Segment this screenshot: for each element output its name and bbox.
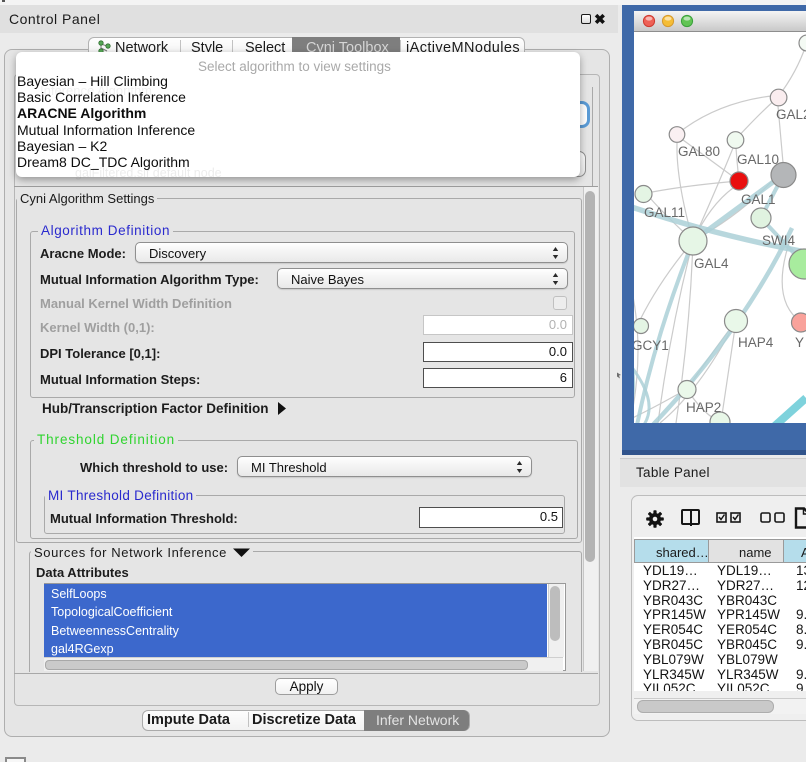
svg-text:GAL11: GAL11	[644, 205, 685, 220]
svg-text:GAL10: GAL10	[737, 152, 779, 167]
svg-text:GAL1: GAL1	[741, 192, 776, 207]
svg-text:GAL4: GAL4	[694, 256, 729, 271]
svg-text:GCY1: GCY1	[634, 338, 669, 353]
svg-text:HAP2: HAP2	[686, 400, 721, 415]
svg-text:HAP4: HAP4	[738, 335, 774, 350]
svg-text:Y: Y	[795, 335, 804, 350]
svg-text:GAL2: GAL2	[776, 107, 806, 122]
svg-text:SWI4: SWI4	[762, 233, 795, 248]
svg-text:GAL80: GAL80	[678, 144, 720, 159]
